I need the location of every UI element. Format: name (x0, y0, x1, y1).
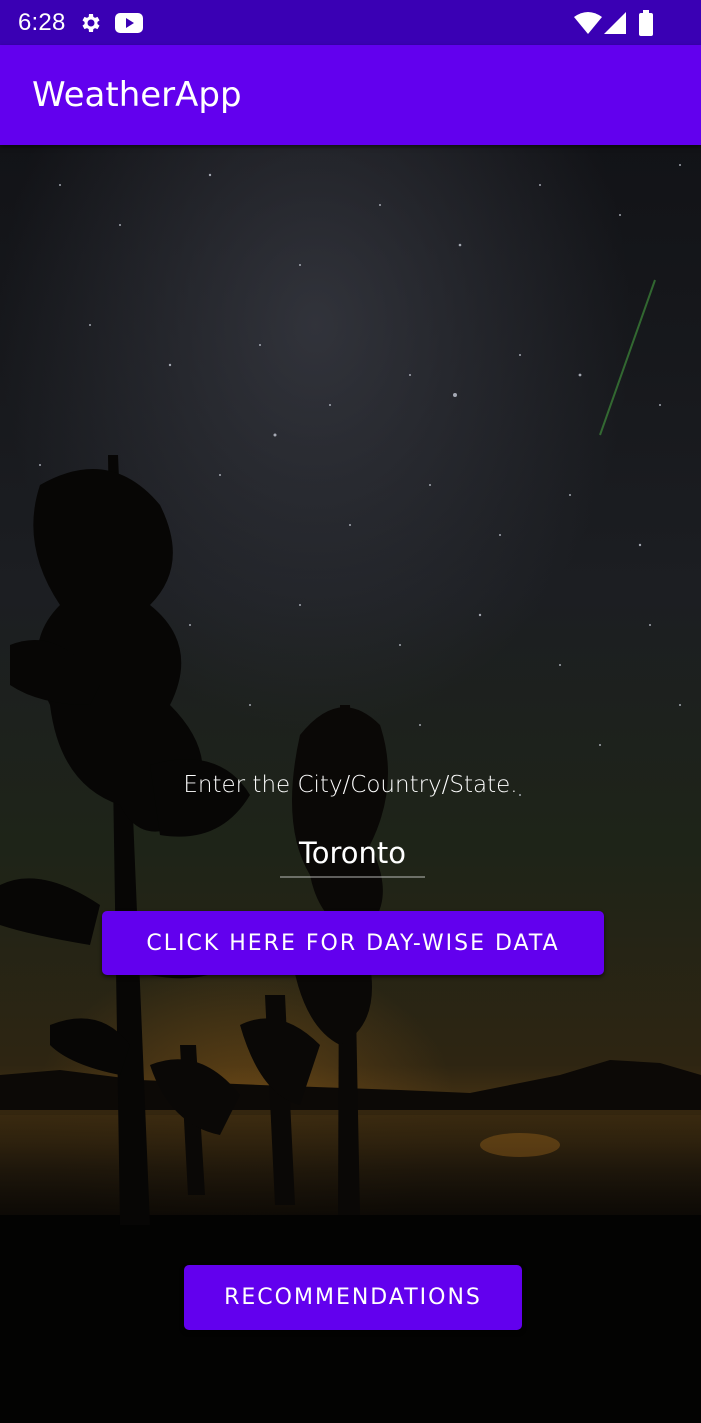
wifi-icon (574, 12, 602, 34)
gear-icon (82, 14, 100, 32)
youtube-icon (115, 13, 143, 33)
city-input[interactable] (280, 830, 425, 878)
app-title: WeatherApp (32, 75, 242, 115)
day-wise-data-button[interactable]: CLICK HERE FOR DAY-WISE DATA (102, 911, 604, 975)
status-bar: 6:28 (0, 0, 701, 45)
signal-icon (604, 12, 626, 34)
app-bar: WeatherApp (0, 45, 701, 145)
city-prompt-label: Enter the City/Country/State. (183, 772, 518, 798)
device-screen: 6:28 WeatherApp Enter the City/Country/S… (0, 0, 701, 1423)
status-time: 6:28 (18, 9, 66, 36)
battery-icon (639, 10, 653, 36)
recommendations-button[interactable]: RECOMMENDATIONS (184, 1265, 522, 1330)
